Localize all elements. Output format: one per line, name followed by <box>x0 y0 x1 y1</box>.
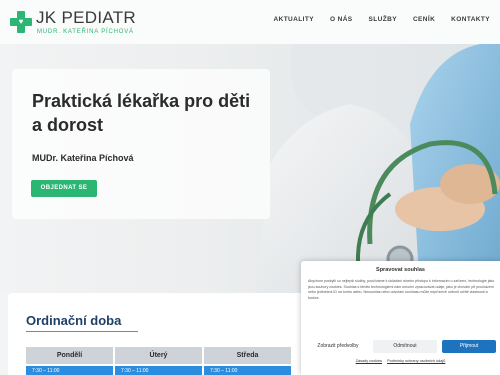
table-row: 7:30 – 11:00 7:30 – 11:00 7:30 – 11:00 <box>26 366 291 375</box>
privacy-policy-link[interactable]: Podmínky ochrany osobních údajů <box>387 359 445 363</box>
logo[interactable]: ♥ JK PEDIATR MUDR. KATEŘINA PÍCHOVÁ <box>10 8 150 38</box>
cookie-consent-dialog: Spravovat souhlas Abychom poskytli co ne… <box>301 261 500 375</box>
column-header-pondeli: Pondělí <box>26 347 113 364</box>
cookie-text: Abychom poskytli co nejlepší služby, pou… <box>308 279 495 300</box>
main-nav: AKTUALITY O NÁS SLUŽBY CENÍK KONTAKTY <box>274 16 491 23</box>
hero-card: Praktická lékařka pro děti a dorost MUDr… <box>12 69 270 219</box>
table-cell: 7:30 – 11:00 <box>115 366 202 375</box>
table-cell: 7:30 – 11:00 <box>204 366 291 375</box>
title-underline <box>26 331 138 332</box>
cookie-title: Spravovat souhlas <box>376 267 425 273</box>
hours-table-header: Pondělí Úterý Středa <box>26 347 291 364</box>
column-header-utery: Úterý <box>115 347 202 364</box>
nav-item-kontakty[interactable]: KONTAKTY <box>451 16 490 23</box>
medical-cross-icon: ♥ <box>10 11 32 33</box>
table-cell: 7:30 – 11:00 <box>26 366 113 375</box>
nav-item-cenik[interactable]: CENÍK <box>413 16 435 23</box>
site-header: ♥ JK PEDIATR MUDR. KATEŘINA PÍCHOVÁ AKTU… <box>0 0 500 44</box>
cookie-policy-link[interactable]: Zásady cookies <box>356 359 382 363</box>
doctor-name: MUDr. Kateřina Píchová <box>32 153 134 163</box>
deny-button[interactable]: Odmítnout <box>373 340 437 353</box>
hero-title: Praktická lékařka pro děti a dorost <box>32 91 251 135</box>
section-title: Ordinační doba <box>26 313 122 328</box>
logo-title: JK PEDIATR <box>36 8 136 27</box>
nav-item-o-nas[interactable]: O NÁS <box>330 16 353 23</box>
accept-button[interactable]: Přijmout <box>442 340 496 353</box>
hero-section: Praktická lékařka pro děti a dorost MUDr… <box>0 44 500 294</box>
nav-item-sluzby[interactable]: SLUŽBY <box>369 16 397 23</box>
column-header-streda: Středa <box>204 347 291 364</box>
book-appointment-button[interactable]: OBJEDNAT SE <box>31 180 97 197</box>
logo-subtitle: MUDR. KATEŘINA PÍCHOVÁ <box>37 29 134 35</box>
view-preferences-button[interactable]: Zobrazit předvolby <box>308 340 368 353</box>
nav-item-aktuality[interactable]: AKTUALITY <box>274 16 314 23</box>
cookie-links: Zásady cookies Podmínky ochrany osobních… <box>301 359 500 363</box>
